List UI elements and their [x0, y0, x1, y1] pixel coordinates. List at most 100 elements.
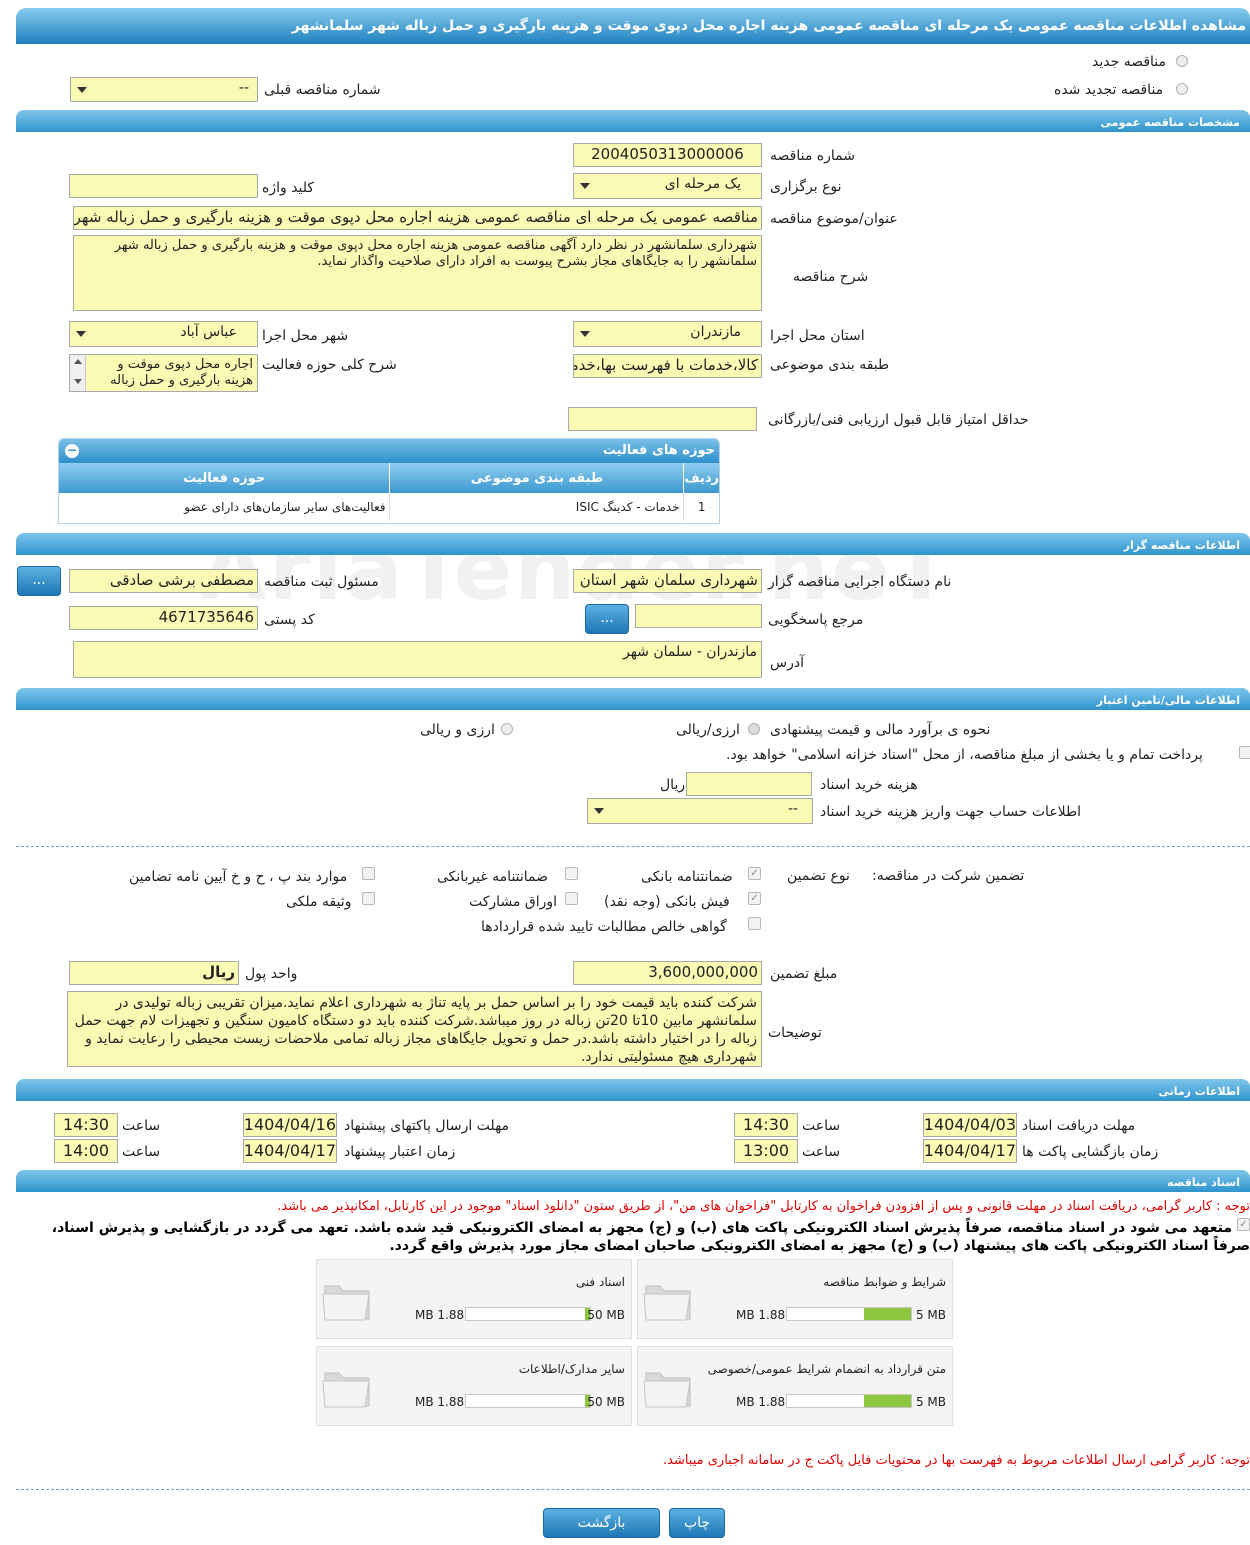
- activity-table: ردیف طبقه بندی موضوعی حوزه فعالیت 1 خدما…: [59, 463, 719, 521]
- commitment-checkbox[interactable]: ✓: [1237, 1218, 1250, 1231]
- guarantee-label: تضمین شرکت در مناقصه:: [872, 868, 1025, 884]
- estimate-label: نحوه ی برآورد مالی و قیمت پیشنهادی: [770, 722, 991, 738]
- category-label: طبقه بندی موضوعی: [770, 357, 890, 373]
- open-label: زمان بازگشایی پاکت ها: [1022, 1144, 1159, 1160]
- header-scope: حوزه فعالیت: [183, 470, 266, 486]
- prev-number-select[interactable]: --: [70, 77, 258, 102]
- print-button[interactable]: چاپ: [669, 1508, 725, 1538]
- send-time[interactable]: 14:30: [54, 1113, 118, 1137]
- commitment-line1: متعهد می شود در اسناد مناقصه، صرفاً پذیر…: [51, 1220, 1232, 1236]
- valid-date[interactable]: 1404/04/17: [243, 1139, 337, 1163]
- file-name: متن قرارداد به انضمام شرایط عمومی/خصوصی: [707, 1362, 946, 1376]
- province-label: استان محل اجرا: [770, 328, 865, 344]
- scrollbar[interactable]: [70, 355, 86, 391]
- doc-cost-field[interactable]: [686, 772, 812, 796]
- bank-guarantee-checkbox[interactable]: ✓: [748, 867, 761, 880]
- bank-guarantee-label: ضمانتنامه بانکی: [641, 869, 733, 885]
- file-card[interactable]: متن قرارداد به انضمام شرایط عمومی/خصوصی 1…: [637, 1346, 953, 1426]
- amount-field[interactable]: 3,600,000,000: [573, 961, 762, 985]
- valid-time[interactable]: 14:00: [54, 1139, 118, 1163]
- cash-checkbox[interactable]: ✓: [748, 892, 761, 905]
- activity-title: حوزه های فعالیت: [602, 443, 715, 458]
- receivables-checkbox[interactable]: [748, 917, 761, 930]
- bonds-label: اوراق مشارکت: [469, 894, 558, 910]
- ref-field[interactable]: [635, 604, 762, 628]
- section-timing: اطلاعات زمانی: [16, 1079, 1250, 1101]
- description-textarea[interactable]: شهرداری سلمانشهر در نظر دارد آگهی مناقصه…: [73, 235, 762, 311]
- renewed-tender-radio[interactable]: [1176, 83, 1188, 95]
- province-select[interactable]: مازندران: [573, 321, 762, 347]
- folder-icon: [643, 1285, 691, 1321]
- chevron-down-icon: [580, 331, 590, 337]
- property-label: وثیقه ملکی: [286, 894, 352, 910]
- file-used: 1.88 MB: [736, 1308, 786, 1322]
- account-label: اطلاعات حساب جهت واریز هزینه خرید اسناد: [820, 804, 1082, 820]
- min-score-field[interactable]: [568, 407, 757, 431]
- address-field[interactable]: مازندران - سلمان شهر: [73, 641, 762, 678]
- number-label: شماره مناقصه: [770, 148, 855, 164]
- notes-field[interactable]: شرکت کننده باید قیمت خود را بر اساس حمل …: [67, 991, 762, 1067]
- receive-date[interactable]: 1404/04/03: [923, 1113, 1017, 1137]
- account-select[interactable]: --: [587, 798, 813, 824]
- prev-number-label: شماره مناقصه قبلی: [264, 82, 381, 98]
- scope-listbox[interactable]: اجاره محل دپوی موقت و هزینه بارگیری و حم…: [69, 354, 258, 392]
- nonbank-checkbox[interactable]: [565, 867, 578, 880]
- folder-icon: [322, 1285, 370, 1321]
- send-label: مهلت ارسال پاکتهای پیشنهاد: [344, 1118, 510, 1134]
- file-card[interactable]: سایر مدارک/اطلاعات 1.88 MB 50 MB: [316, 1346, 632, 1426]
- registrar-lookup-button[interactable]: ...: [17, 566, 61, 596]
- file-card[interactable]: اسناد فنی 1.88 MB 50 MB: [316, 1259, 632, 1339]
- bonds-checkbox[interactable]: [565, 892, 578, 905]
- file-max: 5 MB: [915, 1308, 946, 1322]
- file-max: 50 MB: [587, 1308, 625, 1322]
- receive-time[interactable]: 14:30: [734, 1113, 798, 1137]
- section-organizer: اطلاعات مناقصه گزار: [16, 533, 1250, 555]
- min-score-label: حداقل امتیاز قابل قبول ارزیابی فنی/بازرگ…: [768, 412, 1029, 428]
- file-progress-fill: [864, 1308, 911, 1320]
- treasury-checkbox[interactable]: [1239, 746, 1250, 759]
- category-field[interactable]: کالا،خدمات با فهرست بها،خدمات: [573, 354, 762, 378]
- subject-field[interactable]: مناقصه عمومی یک مرحله ای مناقصه عمومی هز…: [73, 206, 762, 230]
- table-row: 1 خدمات - کدینگ ISIC فعالیت‌های سایر ساز…: [59, 493, 719, 521]
- cases-label: موارد بند پ ، ح و خ آیین نامه تضامین: [129, 869, 348, 885]
- open-date[interactable]: 1404/04/17: [923, 1139, 1017, 1163]
- folder-icon: [643, 1372, 691, 1408]
- send-date[interactable]: 1404/04/16: [243, 1113, 337, 1137]
- open-time[interactable]: 13:00: [734, 1139, 798, 1163]
- file-progress: [465, 1394, 591, 1408]
- keyword-field[interactable]: [69, 174, 258, 198]
- address-label: آدرس: [770, 655, 804, 671]
- file-max: 5 MB: [915, 1395, 946, 1409]
- ref-lookup-button[interactable]: ...: [585, 604, 629, 634]
- keyword-label: کلید واژه: [262, 180, 315, 196]
- collapse-icon[interactable]: −: [65, 444, 79, 458]
- folder-icon: [322, 1372, 370, 1408]
- guarantee-type-label: نوع تضمین: [787, 868, 850, 884]
- holding-select[interactable]: یک مرحله ای: [573, 173, 762, 199]
- new-tender-label: مناقصه جدید: [1092, 54, 1167, 70]
- postal-label: کد پستی: [264, 612, 315, 628]
- tender-number-field[interactable]: 2004050313000006: [573, 143, 762, 167]
- back-button[interactable]: بازگشت: [543, 1508, 660, 1538]
- fx-radio[interactable]: [501, 723, 513, 735]
- postal-field[interactable]: 4671735646: [69, 606, 258, 630]
- city-select[interactable]: عباس آباد: [69, 321, 258, 347]
- currency-field[interactable]: ریال: [69, 961, 239, 985]
- header-category: طبقه بندی موضوعی: [389, 463, 684, 493]
- new-tender-radio[interactable]: [1176, 55, 1188, 67]
- page-title: مشاهده اطلاعات مناقصه عمومی یک مرحله ای …: [16, 8, 1250, 44]
- property-checkbox[interactable]: [362, 892, 375, 905]
- cases-checkbox[interactable]: [362, 867, 375, 880]
- registrar-field[interactable]: مصطفی برشی صادقی: [69, 569, 258, 593]
- valid-label: زمان اعتبار پیشنهاد: [344, 1144, 456, 1160]
- chevron-down-icon: [73, 379, 82, 384]
- rial-radio[interactable]: [748, 723, 760, 735]
- file-name: سایر مدارک/اطلاعات: [518, 1362, 625, 1376]
- receivables-label: گواهی خالص مطالبات تایید شده قراردادها: [481, 919, 727, 935]
- file-card[interactable]: شرایط و ضوابط مناقصه 1.88 MB 5 MB: [637, 1259, 953, 1339]
- price-list-note: توجه: کاربر گرامی ارسال اطلاعات مربوط به…: [663, 1453, 1250, 1468]
- cell-row-num: 1: [683, 493, 719, 521]
- amount-label: مبلغ تضمین: [770, 966, 838, 982]
- device-field[interactable]: شهرداری سلمان شهر استان مازندران: [573, 569, 762, 593]
- file-max: 50 MB: [587, 1395, 625, 1409]
